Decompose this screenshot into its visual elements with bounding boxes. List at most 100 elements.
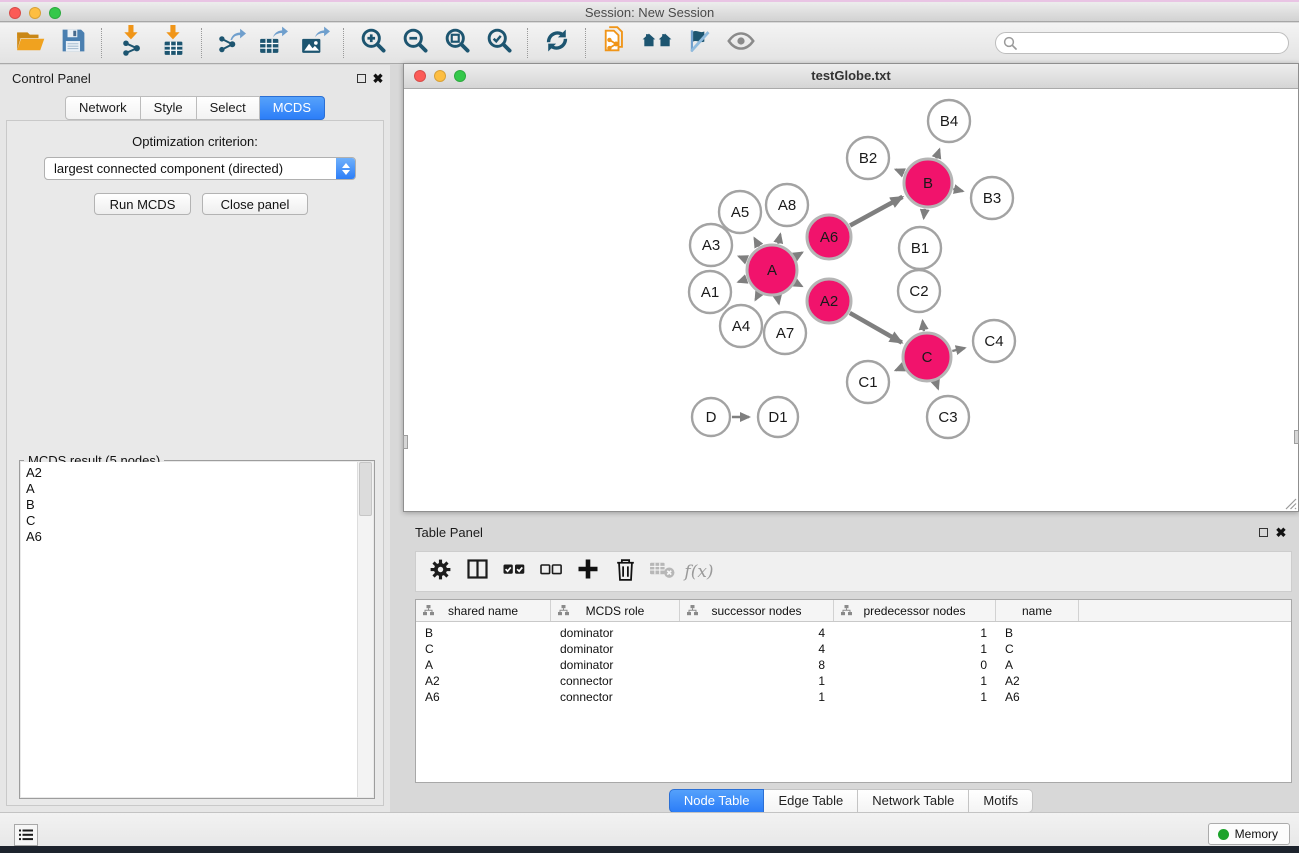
result-item[interactable]: A6 <box>26 529 353 545</box>
search-box[interactable] <box>995 32 1289 54</box>
graph-edge-C-C2[interactable] <box>923 321 924 331</box>
task-history-button[interactable] <box>14 824 38 846</box>
cell-successor_nodes[interactable]: 1 <box>680 674 834 688</box>
table-row[interactable]: Cdominator41C <box>416 641 1291 657</box>
network-canvas[interactable]: B4B2BB3A8A5A6A3B1AA1C2A2A4A7C4CC1C3DD1 <box>404 88 1298 511</box>
criterion-dropdown[interactable]: largest connected component (directed) <box>44 157 356 180</box>
graph-edge-B-B4[interactable] <box>936 149 939 158</box>
graph-node-D1[interactable]: D1 <box>758 397 798 437</box>
cell-name[interactable]: A2 <box>996 674 1079 688</box>
cell-name[interactable]: A <box>996 658 1079 672</box>
home-layout-button[interactable] <box>636 25 678 61</box>
result-scrollbar-thumb[interactable] <box>359 462 372 516</box>
graph-edge-A-A7[interactable] <box>778 296 779 303</box>
result-item[interactable]: A <box>26 481 353 497</box>
cell-successor_nodes[interactable]: 8 <box>680 658 834 672</box>
cell-shared_name[interactable]: A2 <box>416 674 551 688</box>
refresh-layout-button[interactable] <box>536 25 578 61</box>
memory-button[interactable]: Memory <box>1208 823 1290 845</box>
graph-node-A3[interactable]: A3 <box>690 224 732 266</box>
column-header-predecessor-nodes[interactable]: predecessor nodes <box>834 600 996 621</box>
graph-edge-A-A8[interactable] <box>778 234 780 244</box>
table-row[interactable]: Bdominator41B <box>416 625 1291 641</box>
tab-select[interactable]: Select <box>197 96 260 120</box>
graph-edge-C-C4[interactable] <box>952 348 965 351</box>
graph-node-C3[interactable]: C3 <box>927 396 969 438</box>
graph-node-D[interactable]: D <box>692 398 730 436</box>
graph-node-B2[interactable]: B2 <box>847 137 889 179</box>
cell-mcds_role[interactable]: dominator <box>551 626 680 640</box>
graph-node-C4[interactable]: C4 <box>973 320 1015 362</box>
cell-mcds_role[interactable]: connector <box>551 690 680 704</box>
graph-node-A7[interactable]: A7 <box>764 312 806 354</box>
network-graph[interactable]: B4B2BB3A8A5A6A3B1AA1C2A2A4A7C4CC1C3DD1 <box>404 88 1298 511</box>
graph-node-C2[interactable]: C2 <box>898 270 940 312</box>
column-header-successor-nodes[interactable]: successor nodes <box>680 600 834 621</box>
import-table-button[interactable] <box>152 25 194 61</box>
graph-node-B3[interactable]: B3 <box>971 177 1013 219</box>
right-splitter-handle[interactable] <box>1294 430 1299 444</box>
graph-edge-B-B3[interactable] <box>953 189 963 191</box>
tab-edge-table[interactable]: Edge Table <box>764 789 858 813</box>
graph-node-A5[interactable]: A5 <box>719 191 761 233</box>
column-header-name[interactable]: name <box>996 600 1079 621</box>
resize-grip-icon[interactable] <box>1284 497 1297 510</box>
cell-shared_name[interactable]: C <box>416 642 551 656</box>
left-splitter-handle[interactable] <box>403 435 408 449</box>
mcds-result-list[interactable]: A2ABCA6 <box>21 462 358 797</box>
graph-edge-A-A1[interactable] <box>738 279 746 282</box>
graph-node-A6[interactable]: A6 <box>807 215 851 259</box>
open-file-button[interactable] <box>10 25 52 61</box>
graph-edge-A-A3[interactable] <box>739 256 747 259</box>
table-row[interactable]: A2connector11A2 <box>416 673 1291 689</box>
graph-node-B[interactable]: B <box>904 159 952 207</box>
graph-edge-C-C3[interactable] <box>936 382 939 389</box>
table-row[interactable]: A6connector11A6 <box>416 689 1291 705</box>
cell-shared_name[interactable]: A <box>416 658 551 672</box>
column-header-shared-name[interactable]: shared name <box>416 600 551 621</box>
cell-shared_name[interactable]: B <box>416 626 551 640</box>
tab-node-table[interactable]: Node Table <box>669 789 765 813</box>
table-row[interactable]: Adominator80A <box>416 657 1291 673</box>
graph-node-A8[interactable]: A8 <box>766 184 808 226</box>
cell-mcds_role[interactable]: dominator <box>551 658 680 672</box>
select-all-button[interactable] <box>500 557 528 587</box>
cell-predecessor_nodes[interactable]: 1 <box>834 626 996 640</box>
settings-button[interactable] <box>426 557 454 587</box>
import-network-button[interactable] <box>110 25 152 61</box>
zoom-out-button[interactable] <box>394 25 436 61</box>
graph-edge-A-A5[interactable] <box>755 238 760 246</box>
hide-selected-button[interactable] <box>678 25 720 61</box>
split-view-button[interactable] <box>463 557 491 587</box>
cell-name[interactable]: A6 <box>996 690 1079 704</box>
graph-node-C1[interactable]: C1 <box>847 361 889 403</box>
cell-successor_nodes[interactable]: 1 <box>680 690 834 704</box>
cell-predecessor_nodes[interactable]: 1 <box>834 674 996 688</box>
graph-node-A1[interactable]: A1 <box>689 271 731 313</box>
graph-edge-B-B2[interactable] <box>896 170 904 174</box>
graph-node-B4[interactable]: B4 <box>928 100 970 142</box>
result-item[interactable]: A2 <box>26 465 353 481</box>
graph-node-B1[interactable]: B1 <box>899 227 941 269</box>
column-header-MCDS-role[interactable]: MCDS role <box>551 600 680 621</box>
cell-name[interactable]: C <box>996 642 1079 656</box>
result-scrollbar[interactable] <box>357 462 373 797</box>
control-panel-close-button[interactable]: ✖ <box>371 72 385 84</box>
graph-edge-C-C1[interactable] <box>896 367 904 370</box>
network-window-titlebar[interactable]: testGlobe.txt <box>404 64 1298 89</box>
tab-network[interactable]: Network <box>65 96 141 120</box>
add-column-button[interactable] <box>574 557 602 587</box>
delete-column-button[interactable] <box>611 557 639 587</box>
cell-predecessor_nodes[interactable]: 1 <box>834 642 996 656</box>
graph-node-C[interactable]: C <box>903 333 951 381</box>
table-panel-close-button[interactable]: ✖ <box>1274 526 1288 538</box>
zoom-in-button[interactable] <box>352 25 394 61</box>
cell-mcds_role[interactable]: connector <box>551 674 680 688</box>
graph-edge-A-A4[interactable] <box>756 294 759 300</box>
graph-node-A2[interactable]: A2 <box>807 279 851 323</box>
cell-predecessor_nodes[interactable]: 0 <box>834 658 996 672</box>
search-input[interactable] <box>1017 36 1288 50</box>
cell-name[interactable]: B <box>996 626 1079 640</box>
tab-style[interactable]: Style <box>141 96 197 120</box>
graph-edge-A-A6[interactable] <box>795 253 802 257</box>
